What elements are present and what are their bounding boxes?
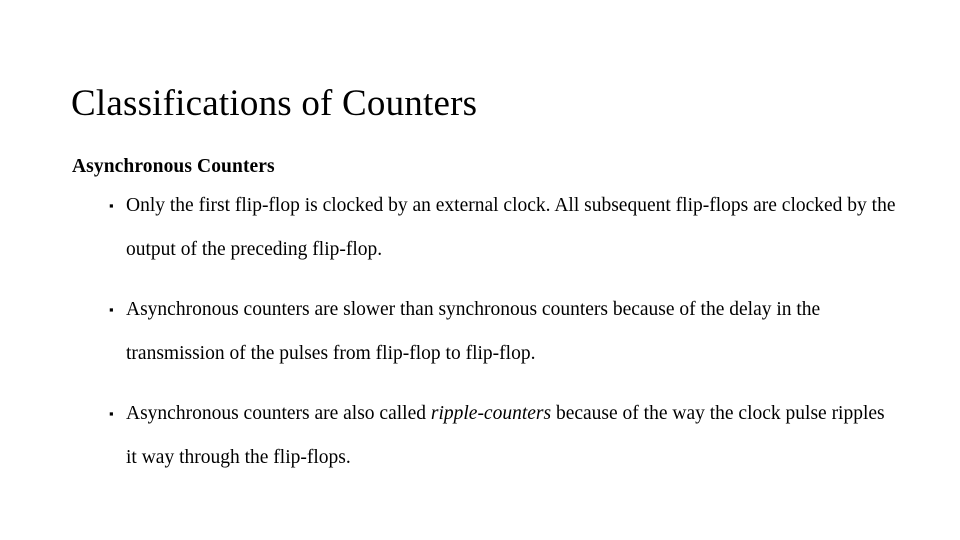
- list-item-text-lead: Only the first flip-flop is clocked by a…: [126, 195, 896, 260]
- list-item-text: Only the first flip-flop is clocked by a…: [126, 184, 899, 271]
- bullet-list: ▪ Only the first flip-flop is clocked by…: [109, 184, 899, 479]
- list-item-text: Asynchronous counters are slower than sy…: [126, 288, 899, 375]
- section-heading: Asynchronous Counters: [72, 156, 275, 178]
- list-item-emphasis: ripple-counters: [430, 403, 552, 424]
- list-item-text-lead: Asynchronous counters are also called: [126, 403, 431, 424]
- list-item-text: Asynchronous counters are also called ri…: [126, 392, 899, 479]
- square-bullet-icon: ▪: [109, 406, 114, 421]
- list-item: ▪ Asynchronous counters are also called …: [109, 392, 899, 479]
- page-title: Classifications of Counters: [71, 82, 478, 124]
- list-item-text-lead: Asynchronous counters are slower than sy…: [126, 299, 821, 364]
- list-item: ▪ Only the first flip-flop is clocked by…: [109, 184, 899, 271]
- square-bullet-icon: ▪: [109, 302, 114, 317]
- list-item: ▪ Asynchronous counters are slower than …: [109, 288, 899, 375]
- square-bullet-icon: ▪: [109, 198, 114, 213]
- slide-canvas: Classifications of Counters Asynchronous…: [0, 0, 960, 540]
